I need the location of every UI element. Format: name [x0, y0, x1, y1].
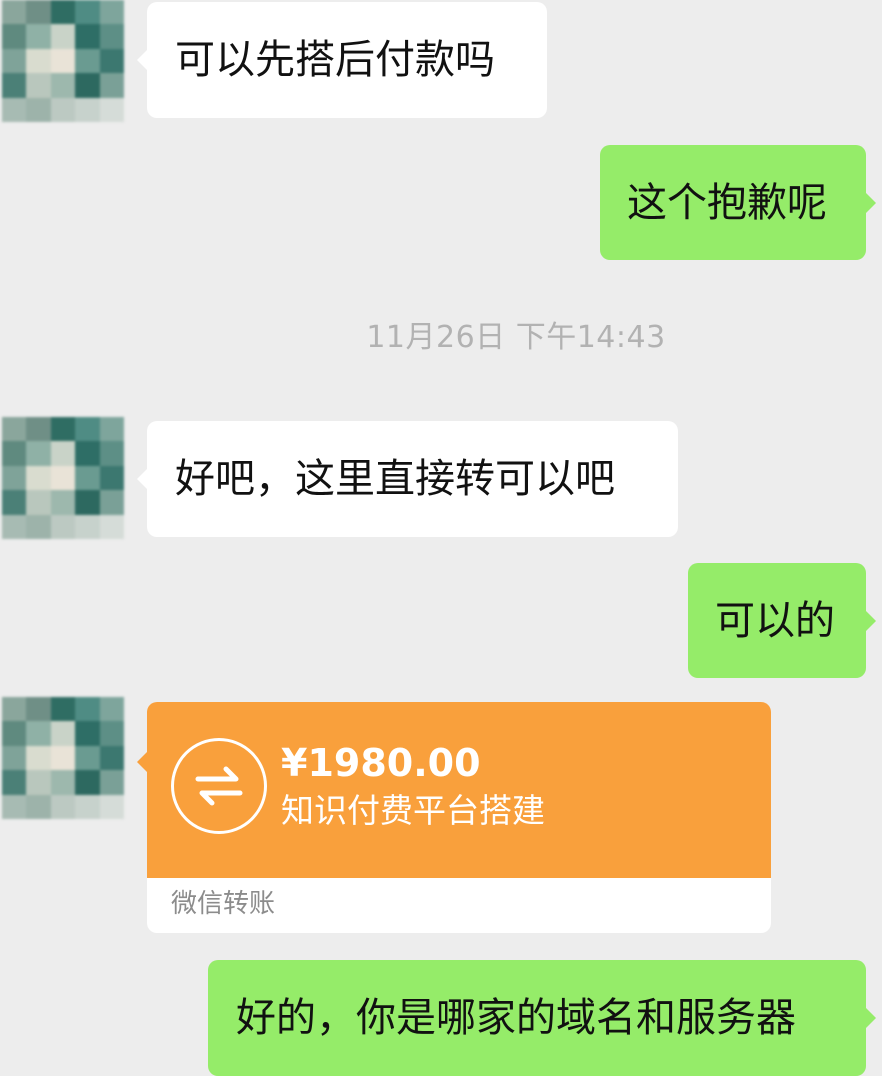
transfer-source-label: 微信转账 — [171, 889, 276, 919]
contact-avatar[interactable] — [2, 0, 124, 122]
incoming-message-bubble[interactable]: 好吧，这里直接转可以吧 — [137, 421, 678, 537]
message-text: 好的，你是哪家的域名和服务器 — [236, 995, 796, 1041]
transfer-arrows-icon — [171, 738, 267, 834]
transfer-card-header: ¥1980.00 知识付费平台搭建 — [147, 702, 771, 878]
outgoing-message-bubble[interactable]: 好的，你是哪家的域名和服务器 — [208, 960, 876, 1076]
contact-avatar[interactable] — [2, 697, 124, 819]
wechat-transfer-card[interactable]: ¥1980.00 知识付费平台搭建 微信转账 — [137, 702, 771, 933]
message-text: 可以先搭后付款吗 — [175, 37, 495, 83]
outgoing-message-bubble[interactable]: 可以的 — [688, 563, 876, 678]
outgoing-message-bubble[interactable]: 这个抱歉呢 — [600, 145, 876, 260]
contact-avatar[interactable] — [2, 417, 124, 539]
incoming-message-bubble[interactable]: 可以先搭后付款吗 — [137, 2, 547, 118]
message-text: 这个抱歉呢 — [627, 179, 827, 226]
message-timestamp: 11月26日 下午14:43 — [366, 320, 666, 355]
message-text: 好吧，这里直接转可以吧 — [175, 456, 615, 502]
message-text: 可以的 — [715, 597, 835, 644]
transfer-note: 知识付费平台搭建 — [281, 791, 545, 830]
transfer-amount: ¥1980.00 — [281, 741, 481, 785]
